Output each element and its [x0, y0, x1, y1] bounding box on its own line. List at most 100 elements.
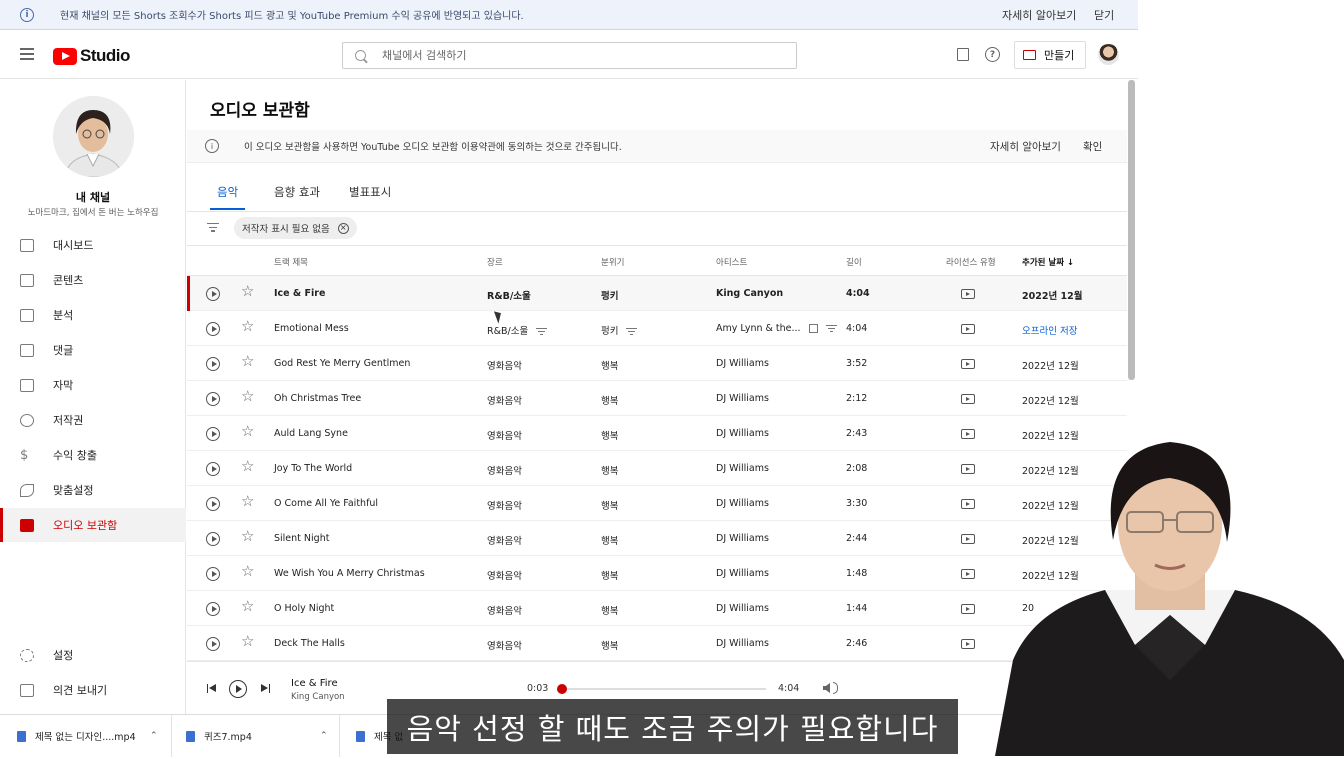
sidebar-item-monetization[interactable]: $ 수익 창출 — [0, 438, 186, 472]
col-genre[interactable]: 장르 — [487, 256, 503, 268]
chevron-up-icon[interactable]: ⌃ — [150, 731, 158, 741]
col-duration[interactable]: 길이 — [846, 256, 862, 268]
play-circle-icon[interactable] — [206, 322, 220, 336]
star-icon[interactable]: ☆ — [241, 459, 254, 474]
account-avatar[interactable] — [1098, 44, 1119, 65]
track-artist: DJ Williams — [716, 463, 769, 474]
scrollbar[interactable] — [1128, 80, 1135, 380]
play-circle-icon[interactable] — [206, 462, 220, 476]
help-icon[interactable]: ? — [985, 47, 1000, 62]
search-box[interactable] — [342, 42, 797, 69]
play-circle-icon[interactable] — [206, 427, 220, 441]
tab-starred[interactable]: 별표표시 — [349, 184, 391, 200]
table-row[interactable]: ☆ Emotional Mess R&B/소울 펑키 Amy Lynn & the...… — [187, 311, 1127, 346]
youtube-studio-logo[interactable]: Studio — [53, 46, 130, 66]
banner-learn-more-link[interactable]: 자세히 알아보기 — [1002, 7, 1076, 23]
star-icon[interactable]: ☆ — [241, 529, 254, 544]
chevron-up-icon[interactable]: ⌃ — [320, 731, 328, 741]
channel-avatar[interactable] — [53, 96, 134, 177]
play-circle-icon[interactable] — [206, 357, 220, 371]
table-row[interactable]: ☆ Ice & Fire R&B/소울 펑키 King Canyon 4:04 2022년 … — [187, 276, 1127, 311]
table-row[interactable]: ☆ O Holy Night 영화음악 행복 DJ Williams 1:44 20 — [187, 591, 1127, 626]
sidebar-item-copyright[interactable]: 저작권 — [0, 403, 186, 437]
sidebar-item-customization[interactable]: 맞춤설정 — [0, 473, 186, 507]
track-mood: 행복 — [601, 428, 618, 442]
sidebar-item-settings[interactable]: 설정 — [0, 638, 186, 672]
sidebar-item-comments[interactable]: 댓글 — [0, 333, 186, 367]
progress-bar[interactable] — [557, 684, 766, 694]
tab-music[interactable]: 음악 — [217, 184, 238, 200]
track-duration: 2:44 — [846, 533, 868, 544]
star-icon[interactable]: ☆ — [241, 319, 254, 334]
play-circle-icon[interactable] — [206, 497, 220, 511]
subtitles-feedback-icon[interactable] — [957, 48, 969, 61]
play-icon[interactable] — [229, 680, 247, 698]
col-title[interactable]: 트랙 제목 — [274, 256, 308, 268]
download-item[interactable]: 퀴즈7.mp4 ⌃ — [172, 715, 340, 757]
sidebar-item-content[interactable]: 콘텐츠 — [0, 263, 186, 297]
track-artist: DJ Williams — [716, 428, 769, 439]
table-row[interactable]: ☆ Silent Night 영화음악 행복 DJ Williams 2:44 2022년 … — [187, 521, 1127, 556]
notice-learn-more-link[interactable]: 자세히 알아보기 — [990, 139, 1061, 154]
volume-icon[interactable] — [823, 683, 830, 693]
audio-library-icon — [20, 518, 34, 532]
tab-sound-effects[interactable]: 음향 효과 — [274, 184, 320, 200]
table-row[interactable]: ☆ Oh Christmas Tree 영화음악 행복 DJ Williams 2:12 2… — [187, 381, 1127, 416]
sidebar-item-subtitles[interactable]: 자막 — [0, 368, 186, 402]
table-row[interactable]: ☆ Joy To The World 영화음악 행복 DJ Williams 2:08 20… — [187, 451, 1127, 486]
table-row[interactable]: ☆ O Come All Ye Faithful 영화음악 행복 DJ Williams… — [187, 486, 1127, 521]
col-mood[interactable]: 분위기 — [601, 256, 624, 268]
star-icon[interactable]: ☆ — [241, 494, 254, 509]
track-mood-text: 행복 — [601, 606, 619, 617]
filter-genre-icon[interactable] — [536, 327, 548, 336]
filter-mood-icon[interactable] — [626, 327, 638, 336]
filter-artist-icon[interactable] — [825, 324, 837, 333]
notice-ok-button[interactable]: 확인 — [1083, 139, 1102, 154]
next-track-icon[interactable] — [260, 684, 270, 693]
sidebar-item-analytics[interactable]: 분석 — [0, 298, 186, 332]
previous-track-icon[interactable] — [207, 684, 217, 693]
search-input[interactable] — [382, 49, 762, 62]
feedback-icon — [20, 683, 34, 697]
create-button[interactable]: 만들기 — [1014, 41, 1086, 69]
play-circle-icon[interactable] — [206, 567, 220, 581]
table-row[interactable]: ☆ Deck The Halls 영화음악 행복 DJ Williams 2:46 — [187, 626, 1127, 661]
star-icon[interactable]: ☆ — [241, 389, 254, 404]
col-license[interactable]: 라이선스 유형 — [946, 256, 996, 268]
progress-knob[interactable] — [557, 684, 568, 694]
track-title: We Wish You A Merry Christmas — [274, 568, 425, 579]
star-icon[interactable]: ☆ — [241, 599, 254, 614]
track-mood-text: 행복 — [601, 501, 619, 512]
play-circle-icon[interactable] — [206, 392, 220, 406]
external-link-icon[interactable] — [808, 324, 818, 333]
play-circle-icon[interactable] — [206, 602, 220, 616]
sidebar-item-audio-library[interactable]: 오디오 보관함 — [0, 508, 186, 542]
sidebar-item-dashboard[interactable]: 대시보드 — [0, 228, 186, 262]
table-row[interactable]: ☆ We Wish You A Merry Christmas 영화음악 행복 DJ W… — [187, 556, 1127, 591]
col-added[interactable]: 추가된 날짜 ↓ — [1022, 256, 1074, 268]
col-artist[interactable]: 아티스트 — [716, 256, 747, 268]
chip-remove-icon[interactable]: × — [337, 222, 349, 234]
track-artist: DJ Williams — [716, 358, 769, 369]
track-duration: 1:48 — [846, 568, 868, 579]
filter-icon[interactable] — [207, 223, 219, 233]
star-icon[interactable]: ☆ — [241, 634, 254, 649]
menu-icon[interactable] — [20, 48, 34, 60]
play-circle-icon[interactable] — [206, 287, 220, 301]
play-circle-icon[interactable] — [206, 637, 220, 651]
star-icon[interactable]: ☆ — [241, 424, 254, 439]
star-icon[interactable]: ☆ — [241, 284, 254, 299]
track-duration: 2:43 — [846, 428, 868, 439]
track-mood: 행복 — [601, 638, 618, 652]
track-duration: 2:08 — [846, 463, 868, 474]
download-item[interactable]: 제목 없는 디자인....mp4 ⌃ — [0, 715, 172, 757]
table-row[interactable]: ☆ God Rest Ye Merry Gentlmen 영화음악 행복 DJ Will… — [187, 346, 1127, 381]
table-row[interactable]: ☆ Auld Lang Syne 영화음악 행복 DJ Williams 2:43 2022… — [187, 416, 1127, 451]
banner-close-button[interactable]: 닫기 — [1094, 7, 1114, 23]
play-circle-icon[interactable] — [206, 532, 220, 546]
filter-chip[interactable]: 저작자 표시 필요 없음 × — [234, 217, 357, 239]
star-icon[interactable]: ☆ — [241, 564, 254, 579]
sidebar-item-feedback[interactable]: 의견 보내기 — [0, 673, 186, 707]
star-icon[interactable]: ☆ — [241, 354, 254, 369]
offline-save-link[interactable]: 오프라인 저장 — [1022, 323, 1077, 337]
